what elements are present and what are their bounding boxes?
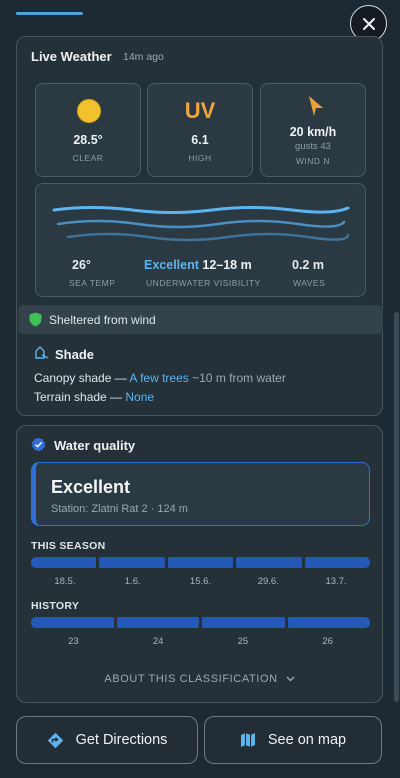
- wind-speed: 20 km/h: [289, 125, 337, 139]
- shield-icon: [29, 312, 42, 327]
- season-tick: 15.6.: [189, 576, 212, 587]
- wind-gusts: gusts 43: [295, 141, 331, 152]
- sea-temp-value: 26°: [72, 258, 91, 272]
- see-on-map-button[interactable]: See on map: [204, 716, 382, 764]
- history-segment: [287, 617, 370, 628]
- history-tick: 26: [322, 636, 333, 647]
- terrain-shade-row: Terrain shade — None: [34, 390, 154, 404]
- classification-box: Excellent Station: Zlatni Rat 2 · 124 m: [31, 462, 370, 526]
- verified-badge-icon: [31, 437, 46, 452]
- history-segment: [202, 617, 285, 628]
- sea-conditions-tile: 26° SEA TEMP Excellent 12–18 m UNDERWATE…: [35, 183, 366, 297]
- history-ticks: 23 24 25 26: [31, 636, 370, 647]
- live-weather-card: Live Weather 14m ago 28.5° CLEAR UV 6.1 …: [16, 36, 383, 416]
- waves-icon: [52, 206, 350, 242]
- water-quality-card: Water quality Excellent Station: Zlatni …: [16, 425, 383, 703]
- get-directions-label: Get Directions: [75, 732, 168, 748]
- visibility-rating: Excellent: [144, 258, 199, 272]
- updated-time: 14m ago: [123, 51, 164, 63]
- wind-tile: 20 km/h gusts 43 WIND N: [260, 83, 366, 177]
- canopy-value: A few trees: [129, 371, 189, 385]
- waves-label: WAVES: [293, 278, 326, 288]
- visibility-range: 12–18 m: [202, 258, 252, 272]
- history-segment: [116, 617, 199, 628]
- wind-arrow-icon: [309, 96, 323, 116]
- chevron-down-icon: [286, 676, 295, 682]
- shade-title: Shade: [55, 347, 95, 362]
- get-directions-button[interactable]: Get Directions: [16, 716, 198, 764]
- shade-icon: [35, 346, 49, 359]
- sun-icon: [77, 99, 101, 123]
- terrain-label: Terrain shade —: [34, 390, 123, 404]
- wind-direction-label: WIND N: [295, 156, 331, 166]
- season-segment: [31, 557, 97, 568]
- uv-value: 6.1: [191, 133, 209, 147]
- visibility-label: UNDERWATER VISIBILITY: [146, 278, 261, 288]
- terrain-value: None: [125, 390, 155, 404]
- history-tick: 23: [68, 636, 79, 647]
- season-segment: [236, 557, 302, 568]
- history-segment: [31, 617, 114, 628]
- uv-tile: UV 6.1 HIGH: [147, 83, 253, 177]
- history-bar: [31, 617, 370, 628]
- season-tick: 29.6.: [257, 576, 279, 587]
- close-icon: [362, 17, 375, 30]
- history-tick: 25: [237, 636, 249, 647]
- directions-icon: [47, 732, 63, 748]
- about-classification-link[interactable]: ABOUT THIS CLASSIFICATION: [17, 673, 382, 685]
- see-on-map-label: See on map: [267, 732, 347, 748]
- season-label: THIS SEASON: [31, 540, 106, 552]
- season-segment: [304, 557, 371, 568]
- season-tick: 1.6.: [124, 576, 141, 587]
- water-quality-title: Water quality: [54, 438, 136, 453]
- waves-value: 0.2 m: [292, 258, 324, 272]
- active-tab-indicator: [16, 12, 83, 15]
- about-link-label: ABOUT THIS CLASSIFICATION: [104, 673, 278, 685]
- sea-temp-label: SEA TEMP: [69, 278, 116, 288]
- season-bar: [31, 557, 371, 568]
- weather-title: Live Weather: [31, 49, 112, 64]
- season-segment: [167, 557, 234, 568]
- condition-label: CLEAR: [72, 153, 104, 163]
- temperature-value: 28.5°: [73, 133, 103, 147]
- season-segment: [99, 557, 165, 568]
- uv-icon: UV: [184, 98, 216, 123]
- history-label: HISTORY: [31, 600, 80, 612]
- season-tick: 18.5.: [54, 576, 76, 587]
- uv-level-label: HIGH: [188, 153, 212, 163]
- season-tick: 13.7.: [325, 576, 347, 587]
- visibility-value: Excellent 12–18 m: [144, 258, 252, 272]
- scrollbar-thumb[interactable]: [394, 312, 399, 702]
- quality-rating: Excellent: [51, 477, 131, 497]
- temperature-tile: 28.5° CLEAR: [35, 83, 141, 177]
- history-tick: 24: [152, 636, 164, 647]
- canopy-shade-row: Canopy shade — A few trees ~10 m from wa…: [34, 371, 286, 385]
- season-ticks: 18.5. 1.6. 15.6. 29.6. 13.7.: [31, 576, 370, 587]
- map-icon: [240, 733, 255, 747]
- canopy-label: Canopy shade —: [34, 371, 127, 385]
- station-info: Station: Zlatni Rat 2 · 124 m: [51, 503, 188, 515]
- shelter-text: Sheltered from wind: [49, 312, 156, 327]
- canopy-distance: ~10 m from water: [192, 371, 286, 385]
- shelter-banner: Sheltered from wind: [18, 305, 383, 334]
